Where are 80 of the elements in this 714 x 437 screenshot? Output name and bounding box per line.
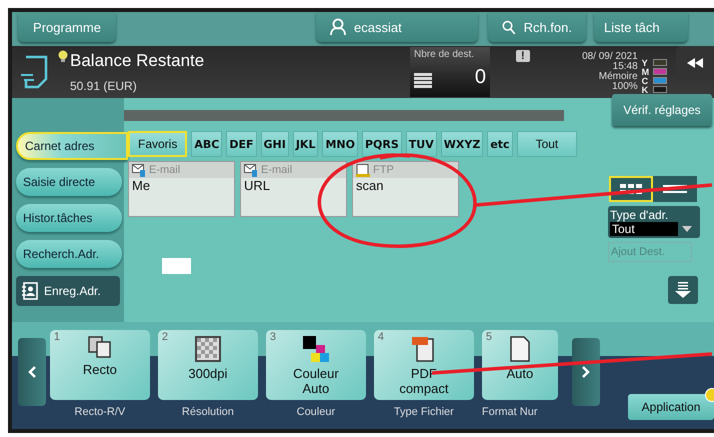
alert-badge: ! <box>516 50 530 62</box>
application-button[interactable]: Application <box>628 394 714 420</box>
toner-letter: Y <box>642 58 649 68</box>
email-icon <box>244 164 258 176</box>
address-type-text: E-mail <box>261 164 292 176</box>
lightbulb-icon <box>58 50 68 63</box>
balance-title: Balance Restante <box>70 51 206 71</box>
address-type-text: E-mail <box>149 164 180 176</box>
user-icon <box>330 18 346 36</box>
document-icon <box>20 55 50 89</box>
checkerboard-icon <box>194 336 221 362</box>
search-button[interactable]: Rch.fon. <box>488 12 586 42</box>
address-name: scan <box>355 178 384 193</box>
scroll-down-button[interactable] <box>668 276 698 304</box>
address-name: URL <box>243 178 272 193</box>
address-card[interactable]: E-mail URL <box>240 161 347 217</box>
side-tab[interactable]: Saisie directe <box>16 168 122 196</box>
search-icon <box>502 18 516 36</box>
duplex-pages-icon <box>88 336 112 358</box>
address-type-dropdown[interactable]: Type d'adr. Tout <box>608 206 700 238</box>
double-arrow-icon <box>687 58 703 68</box>
grid-icon <box>620 184 642 194</box>
register-address-button[interactable]: Enreg.Adr. <box>16 276 120 306</box>
function-label: Couleur <box>296 406 336 418</box>
blank-page-icon <box>510 336 530 362</box>
function-label: Type Fichier <box>394 406 454 418</box>
color-squares-icon <box>302 336 329 362</box>
index-tab[interactable]: JKL <box>292 131 318 157</box>
address-name: Me <box>131 178 152 193</box>
index-tab[interactable]: DEF <box>226 131 256 157</box>
side-tab[interactable]: Carnet adres <box>16 132 128 160</box>
toner-letter: M <box>642 66 650 76</box>
time-text: 15:48 <box>612 62 638 72</box>
function-tile[interactable]: 1 Recto <box>50 330 150 400</box>
function-label: Résolution <box>182 406 234 418</box>
function-label: Recto-R/V <box>74 406 126 418</box>
list-icon <box>414 73 432 89</box>
caret-icon <box>682 226 692 232</box>
toner-letter: K <box>642 84 650 94</box>
contact-card-icon <box>22 282 38 300</box>
program-button[interactable]: Programme <box>18 12 116 42</box>
index-tab[interactable]: Tout <box>516 131 578 157</box>
destination-label: Nbre de dest. <box>414 49 476 60</box>
balance-value: 50.91 (EUR) <box>70 79 138 93</box>
function-tile[interactable]: 4 PDF compact <box>374 330 474 400</box>
list-icon <box>663 185 687 193</box>
previous-button[interactable] <box>18 338 46 406</box>
function-tile[interactable]: 3 Couleur Auto <box>266 330 366 400</box>
chevron-right-icon <box>582 366 590 378</box>
function-tile[interactable]: 2 300dpi <box>158 330 258 400</box>
side-tab[interactable]: Histor.tâches <box>16 204 122 232</box>
index-tab[interactable]: TUV <box>406 131 437 157</box>
server-icon <box>356 164 370 176</box>
memory-value: 100% <box>612 82 638 92</box>
address-card[interactable]: FTP scan <box>352 161 459 217</box>
index-tab[interactable]: GHI <box>260 131 289 157</box>
toner-letter: C <box>642 76 650 86</box>
index-tab[interactable]: ABC <box>191 131 222 157</box>
email-icon <box>132 164 146 176</box>
date-text: 08/ 09/ 2021 <box>582 52 638 62</box>
address-card[interactable]: E-mail Me <box>128 161 235 217</box>
index-tab[interactable]: WXYZ <box>440 131 484 157</box>
user-button[interactable]: ecassiat <box>316 12 478 42</box>
destination-count: 0 <box>474 66 486 89</box>
function-tile[interactable]: 5 Auto <box>482 330 558 400</box>
next-button[interactable] <box>572 338 600 406</box>
scroll-down-icon <box>675 282 691 298</box>
pdf-file-icon <box>410 336 437 362</box>
side-tab[interactable]: Recherch.Adr. <box>16 240 122 268</box>
function-label: Format Nur <box>482 406 538 418</box>
check-settings-button[interactable]: Vérif. réglages <box>612 94 712 126</box>
job-list-button[interactable]: Liste tâch <box>594 12 688 42</box>
chevron-left-icon <box>28 366 36 378</box>
memory-label: Mémoire <box>598 72 638 82</box>
index-tab[interactable]: Favoris <box>128 131 188 157</box>
index-tab[interactable]: MNO <box>322 131 358 157</box>
address-type-text: FTP <box>373 164 394 176</box>
blank-patch <box>162 258 191 274</box>
index-tab[interactable]: PQRS <box>362 131 402 157</box>
index-tab[interactable]: etc <box>487 131 513 157</box>
